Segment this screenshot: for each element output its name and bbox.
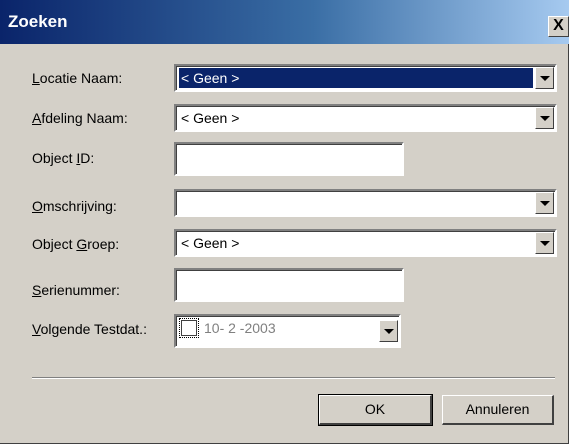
omschrijving-label: Omschrijving:	[32, 198, 117, 214]
omschrijving-value	[179, 193, 183, 213]
object-id-input[interactable]	[174, 142, 404, 176]
volgende-testdat-checkbox[interactable]	[179, 318, 199, 338]
locatie-naam-value: < Geen >	[179, 68, 533, 88]
chevron-down-icon	[540, 201, 550, 206]
chevron-down-icon	[540, 116, 550, 121]
chevron-down-icon	[540, 76, 550, 81]
afdeling-naam-combo[interactable]: < Geen >	[174, 104, 557, 132]
object-id-label: Object ID:	[32, 150, 95, 166]
dialog-title: Zoeken	[8, 12, 68, 31]
close-button[interactable]: X	[548, 16, 569, 37]
volgende-testdat-label: Volgende Testdat.:	[32, 321, 147, 337]
locatie-naam-dropdown-button[interactable]	[535, 67, 554, 89]
afdeling-naam-dropdown-button[interactable]	[535, 107, 554, 129]
locatie-naam-label: Locatie Naam:	[32, 70, 123, 86]
close-icon: X	[553, 17, 564, 34]
afdeling-naam-label: Afdeling Naam:	[32, 110, 128, 126]
omschrijving-combo[interactable]	[174, 189, 557, 217]
volgende-testdat-dropdown-button[interactable]	[379, 320, 398, 342]
object-id-value	[179, 146, 183, 166]
title-bar[interactable]: Zoeken X	[0, 0, 569, 44]
volgende-testdat-value: 10- 2 -2003	[204, 320, 276, 336]
locatie-naam-combo[interactable]: < Geen >	[174, 64, 557, 92]
object-groep-combo[interactable]: < Geen >	[174, 229, 557, 257]
serienummer-value	[179, 272, 183, 292]
search-dialog: Zoeken X Locatie Naam: < Geen > Afdeling…	[0, 0, 569, 444]
separator	[32, 377, 555, 379]
serienummer-label: Serienummer:	[32, 282, 120, 298]
serienummer-input[interactable]	[174, 268, 404, 302]
chevron-down-icon	[540, 241, 550, 246]
chevron-down-icon	[384, 329, 394, 334]
ok-button[interactable]: OK	[318, 394, 433, 426]
cancel-button[interactable]: Annuleren	[442, 395, 554, 425]
object-groep-value: < Geen >	[181, 235, 240, 251]
volgende-testdat-datepicker[interactable]: 10- 2 -2003	[174, 314, 401, 348]
object-groep-label: Object Groep:	[32, 236, 120, 252]
omschrijving-dropdown-button[interactable]	[535, 192, 554, 214]
afdeling-naam-value: < Geen >	[181, 110, 240, 126]
object-groep-dropdown-button[interactable]	[535, 232, 554, 254]
